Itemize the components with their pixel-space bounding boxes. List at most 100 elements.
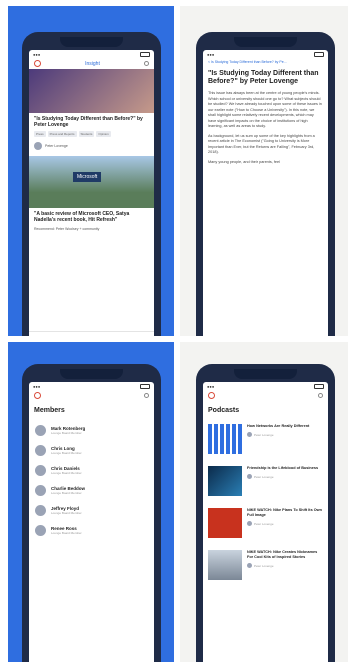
app-logo-icon[interactable]	[208, 392, 215, 399]
screenshot-tile-feed: ●●● Insight "Is Studying Today Different…	[8, 6, 174, 336]
podcast-thumbnail	[208, 508, 242, 538]
feed-screen: ●●● Insight "Is Studying Today Different…	[29, 50, 154, 336]
member-role: Lounge Board Member	[51, 490, 82, 495]
member-role: Lounge Board Member	[51, 510, 82, 515]
podcast-thumbnail	[208, 550, 242, 580]
phone-notch	[60, 37, 123, 47]
search-icon[interactable]	[144, 393, 149, 398]
article-paragraph: Many young people, and their parents, fe…	[208, 159, 280, 164]
article-heading: "Is Studying Today Different than Before…	[208, 70, 319, 85]
member-role: Lounge Board Member	[51, 470, 82, 475]
member-name: Jeffrey Floyd	[51, 505, 80, 511]
podcast-meta: Peter Lovenge	[247, 474, 318, 479]
article-screen: ●●● < Is Studying Today Different than B…	[203, 50, 328, 336]
member-name: Mark Rotenberg	[51, 425, 86, 431]
avatar	[34, 142, 42, 150]
podcast-author: Peter Lovenge	[254, 563, 274, 568]
tag[interactable]: Students	[78, 131, 95, 137]
podcast-item[interactable]: How Networks Are Really Different Peter …	[203, 420, 328, 462]
podcast-item[interactable]: NIKE WATCH: Nike Creates Nicknames For C…	[203, 546, 328, 588]
podcast-title: How Networks Are Really Different	[247, 424, 310, 428]
article-title[interactable]: "Is Studying Today Different than Before…	[29, 113, 154, 129]
podcast-title: NIKE WATCH: Nike Creates Nicknames For C…	[247, 550, 318, 559]
article-title[interactable]: "A basic review of Microsoft CEO, Satya …	[29, 208, 154, 224]
podcast-thumbnail	[208, 424, 242, 454]
podcast-title: Friendship is the Lifeblood of Business	[247, 466, 319, 470]
member-row[interactable]: Chris Daniels Lounge Board Member	[29, 460, 154, 480]
author-name: Peter Lovenge	[45, 144, 68, 148]
phone-frame: ●●● Podcasts How Networks Are Really Dif…	[196, 364, 335, 662]
battery-icon	[140, 51, 150, 57]
member-role: Lounge Board Member	[51, 450, 82, 455]
podcast-thumbnail	[208, 466, 242, 496]
back-link[interactable]: < Is Studying Today Different than Befor…	[203, 58, 328, 66]
phone-frame: ●●● < Is Studying Today Different than B…	[196, 32, 335, 336]
member-row[interactable]: Chris Long Lounge Board Member	[29, 440, 154, 460]
battery-icon	[314, 51, 324, 57]
avatar	[35, 484, 46, 496]
member-name: Chris Daniels	[51, 465, 80, 471]
search-icon[interactable]	[143, 61, 149, 66]
podcast-author: Peter Lovenge	[254, 521, 274, 526]
tag[interactable]: Press and Reports	[47, 131, 77, 137]
avatar	[247, 563, 252, 568]
page-title: Podcasts	[208, 407, 240, 414]
member-row[interactable]: Jeffrey Floyd Lounge Board Member	[29, 500, 154, 520]
member-row[interactable]: Renee Ross Lounge Board Member	[29, 520, 154, 540]
article-byline: Recommend: Peter Woolsey + community	[34, 227, 100, 231]
article-image-microsoft[interactable]: Microsoft	[29, 156, 154, 208]
phone-notch	[234, 369, 297, 379]
tab-bar	[29, 331, 154, 336]
member-role: Lounge Board Member	[51, 430, 82, 435]
app-logo-icon[interactable]	[34, 392, 41, 399]
top-bar	[203, 390, 328, 401]
member-name: Charlie Beddow	[51, 485, 86, 491]
podcast-meta: Peter Lovenge	[247, 432, 309, 437]
podcast-title: NIKE WATCH: Nike Plans To Shift Its Own …	[247, 508, 322, 517]
battery-icon	[314, 383, 324, 389]
podcasts-screen: ●●● Podcasts How Networks Are Really Dif…	[203, 382, 328, 662]
avatar	[247, 432, 252, 437]
avatar	[35, 524, 46, 536]
avatar	[35, 444, 46, 456]
podcast-item[interactable]: Friendship is the Lifeblood of Business …	[203, 462, 328, 504]
microsoft-sign: Microsoft	[73, 172, 102, 182]
phone-frame: ●●● Members Mark Rotenberg Lounge Board M…	[22, 364, 161, 662]
members-screen: ●●● Members Mark Rotenberg Lounge Board M…	[29, 382, 154, 662]
search-icon[interactable]	[318, 393, 323, 398]
article-paragraph: As background, let us sum up some of the…	[208, 133, 315, 155]
article-paragraph: This issue has always been at the centre…	[208, 91, 322, 128]
article-hero-image[interactable]	[29, 69, 154, 113]
topbar-title: Insight	[85, 60, 100, 67]
tag[interactable]: Press	[34, 131, 46, 137]
tag-list: Press Press and Reports Students Opinion	[29, 129, 154, 139]
member-role: Lounge Board Member	[51, 530, 82, 535]
article-author: Peter Lovenge	[29, 139, 154, 153]
phone-notch	[60, 369, 123, 379]
app-logo-icon[interactable]	[34, 60, 41, 67]
avatar	[35, 424, 46, 436]
phone-frame: ●●● Insight "Is Studying Today Different…	[22, 32, 161, 336]
status-bar: ●●●	[29, 50, 154, 58]
member-row[interactable]: Charlie Beddow Lounge Board Member	[29, 480, 154, 500]
screenshot-tile-members: ●●● Members Mark Rotenberg Lounge Board M…	[8, 342, 174, 662]
top-bar	[29, 390, 154, 401]
battery-icon	[140, 383, 150, 389]
member-row[interactable]: Mark Rotenberg Lounge Board Member	[29, 420, 154, 440]
avatar	[247, 521, 252, 526]
podcast-item[interactable]: NIKE WATCH: Nike Plans To Shift Its Own …	[203, 504, 328, 546]
avatar	[247, 474, 252, 479]
podcast-author: Peter Lovenge	[254, 474, 274, 479]
screenshot-tile-article: ●●● < Is Studying Today Different than B…	[180, 6, 348, 336]
status-bar: ●●●	[29, 382, 154, 390]
podcast-author: Peter Lovenge	[254, 432, 274, 437]
top-bar: Insight	[29, 58, 154, 69]
page-title: Members	[34, 407, 65, 414]
avatar	[35, 464, 46, 476]
avatar	[35, 504, 46, 516]
status-bar: ●●●	[203, 382, 328, 390]
screenshot-tile-podcasts: ●●● Podcasts How Networks Are Really Dif…	[180, 342, 348, 662]
tag[interactable]: Opinion	[96, 131, 111, 137]
status-bar: ●●●	[203, 50, 328, 58]
podcast-meta: Peter Lovenge	[247, 563, 323, 568]
